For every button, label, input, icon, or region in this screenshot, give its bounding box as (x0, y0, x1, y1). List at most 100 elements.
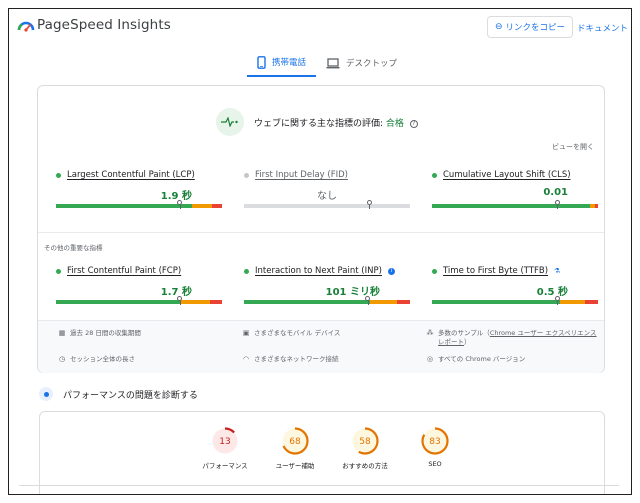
metric-cls-title[interactable]: Cumulative Layout Shift (CLS) (432, 170, 598, 180)
metric-lcp-distribution-bar (56, 200, 222, 209)
score-label: ユーザー補助 (275, 462, 315, 470)
network-item: ◠ さまざまなネットワーク接続 (242, 355, 339, 364)
score-gauge-ring: 68 (281, 427, 309, 455)
chrome-versions-text: すべての Chrome バージョン (438, 355, 526, 363)
app-window: PageSpeed Insights ⊖ リンクをコピー ドキュメント 携帯電話… (8, 8, 632, 495)
score-label: SEO (428, 460, 442, 468)
diagnose-title: パフォーマンスの問題を診断する (63, 390, 198, 401)
metric-cls-distribution-bar (432, 200, 598, 209)
session-item: ◷ セッション全体の長さ (58, 355, 135, 364)
docs-link[interactable]: ドキュメント (577, 22, 628, 34)
metric-fid-value: なし (317, 191, 337, 202)
samples-item: ⁂ 多数のサンプル（Chrome ユーザー エクスペリエンス レポート） (426, 329, 602, 347)
metric-inp-title[interactable]: Interaction to Next Paint (INP) i (244, 266, 410, 276)
core-web-vitals-card: ウェブに関する主な指標の評価: 合格 ? ビューを開く Largest Cont… (37, 85, 605, 373)
pulse-icon (216, 108, 244, 136)
metric-fid: First Input Delay (FID) なし (244, 170, 410, 209)
score-gauge-ring: 58 (351, 427, 379, 455)
content-cutoff-line (19, 485, 619, 486)
diagnose-icon (39, 387, 53, 401)
copy-link-label: リンクをコピー (505, 23, 566, 33)
assessment-prefix: ウェブに関する主な指標の評価: (254, 118, 384, 129)
score-label: パフォーマンス (202, 462, 248, 470)
score-gauge-ring: 83 (421, 427, 449, 455)
metric-ttfb: Time to First Byte (TTFB) ⚗ 0.5 秒 (432, 266, 598, 305)
tab-mobile[interactable]: 携帯電話 (247, 49, 317, 77)
tab-mobile-label: 携帯電話 (272, 58, 307, 68)
good-status-dot (56, 172, 61, 178)
metric-inp: Interaction to Next Paint (INP) i 101 ミリ… (244, 266, 410, 305)
assessment-status: 合格 (385, 118, 404, 129)
flask-icon: ⚗ (554, 267, 561, 275)
gauge-score: 58 (359, 437, 371, 447)
other-metrics-label: その他の重要な指標 (44, 244, 103, 252)
score-gauge-best-practices[interactable]: 58 おすすめの方法 (330, 426, 400, 470)
metric-ttfb-name[interactable]: Time to First Byte (TTFB) (443, 266, 548, 276)
metric-lcp-name[interactable]: Largest Contentful Paint (LCP) (67, 170, 195, 180)
help-icon[interactable]: ? (409, 119, 418, 128)
metric-cls-name[interactable]: Cumulative Layout Shift (CLS) (443, 170, 571, 180)
samples-icon: ⁂ (426, 329, 434, 337)
assessment-text: ウェブに関する主な指標の評価: 合格 ? (254, 116, 418, 129)
gauge-score: 13 (219, 437, 230, 447)
percentile-marker (366, 200, 372, 209)
tab-desktop[interactable]: デスクトップ (316, 49, 407, 77)
percentile-marker (554, 200, 560, 209)
metric-fcp-name[interactable]: First Contentful Paint (FCP) (67, 266, 181, 276)
gauge-score: 83 (429, 437, 440, 447)
metric-cls-value: 0.01 (543, 187, 568, 198)
metric-lcp-title[interactable]: Largest Contentful Paint (LCP) (56, 170, 222, 180)
score-gauge-ring: 13 (211, 427, 239, 455)
metric-fcp: First Contentful Paint (FCP) 1.7 秒 (56, 266, 222, 305)
chrome-icon: ◎ (426, 355, 434, 363)
chrome-versions-item: ◎ すべての Chrome バージョン (426, 355, 525, 364)
metric-fid-title[interactable]: First Input Delay (FID) (244, 170, 410, 180)
score-gauge-performance[interactable]: 13 パフォーマンス (190, 426, 260, 470)
timer-icon: ◷ (58, 355, 66, 363)
metric-inp-value: 101 ミリ秒 (325, 287, 380, 298)
score-gauge-accessibility[interactable]: 68 ユーザー補助 (260, 426, 330, 470)
wifi-icon: ◠ (242, 355, 250, 363)
link-icon: ⊖ (494, 22, 503, 32)
network-text: さまざまなネットワーク接続 (254, 355, 339, 363)
metric-fid-name[interactable]: First Input Delay (FID) (255, 170, 348, 180)
metric-fcp-value: 1.7 秒 (160, 287, 192, 298)
info-icon[interactable]: i (387, 267, 395, 275)
good-status-dot (432, 172, 437, 178)
good-status-dot (432, 268, 437, 274)
percentile-marker (554, 296, 560, 305)
assessment-header: ウェブに関する主な指標の評価: 合格 ? (216, 108, 418, 136)
phone-icon (257, 55, 266, 69)
samples-suffix: ） (464, 338, 471, 346)
app-title: PageSpeed Insights (37, 17, 171, 33)
tab-desktop-label: デスクトップ (346, 59, 398, 69)
metric-fcp-distribution-bar (56, 296, 222, 305)
laptop-icon (326, 57, 340, 68)
header: PageSpeed Insights ⊖ リンクをコピー ドキュメント (9, 9, 631, 43)
metric-ttfb-value: 0.5 秒 (536, 287, 568, 298)
metric-cls: Cumulative Layout Shift (CLS) 0.01 (432, 170, 598, 209)
gauge-score: 68 (289, 437, 301, 447)
metric-fcp-title[interactable]: First Contentful Paint (FCP) (56, 266, 222, 276)
metric-lcp-value: 1.9 秒 (160, 191, 192, 202)
devices-icon: ▣ (242, 329, 250, 337)
copy-link-button[interactable]: ⊖ リンクをコピー (487, 16, 573, 38)
metric-fid-distribution-bar (244, 200, 410, 209)
metric-inp-name[interactable]: Interaction to Next Paint (INP) (255, 266, 382, 276)
metric-inp-distribution-bar (244, 296, 410, 305)
metric-ttfb-title[interactable]: Time to First Byte (TTFB) ⚗ (432, 266, 598, 276)
pagespeed-logo-icon (17, 21, 35, 32)
metric-lcp: Largest Contentful Paint (LCP) 1.9 秒 (56, 170, 222, 209)
collection-period-text: 過去 28 日間の収集期間 (70, 329, 141, 337)
devices-text: さまざまなモバイル デバイス (254, 329, 341, 337)
data-source-footer: ▦ 過去 28 日間の収集期間 ▣ さまざまなモバイル デバイス ⁂ 多数のサンプル（… (38, 320, 604, 373)
samples-prefix: 多数のサンプル（ (438, 329, 490, 337)
good-status-dot (244, 268, 249, 274)
score-gauge-seo[interactable]: 83 SEO (400, 426, 470, 468)
metric-ttfb-distribution-bar (432, 296, 598, 305)
session-text: セッション全体の長さ (70, 355, 135, 363)
collection-period-item: ▦ 過去 28 日間の収集期間 (58, 329, 141, 338)
diagnose-section-header: パフォーマンスの問題を診断する (39, 387, 198, 401)
score-label: おすすめの方法 (342, 462, 388, 470)
expand-view-link[interactable]: ビューを開く (552, 142, 594, 152)
